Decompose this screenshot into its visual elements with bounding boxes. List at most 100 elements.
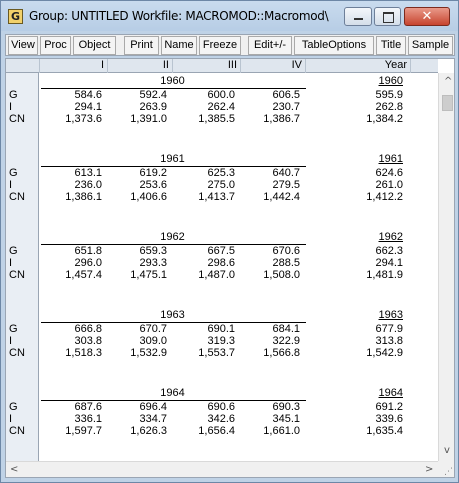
quarter-value-cell[interactable]: 336.1: [46, 413, 102, 425]
row-label-cn[interactable]: CN: [9, 425, 39, 437]
quarter-value-cell[interactable]: 1,532.9: [110, 347, 167, 359]
print-button[interactable]: Print: [124, 36, 159, 55]
column-header-q3[interactable]: III: [172, 59, 240, 73]
quarter-value-cell[interactable]: 1,373.6: [46, 113, 102, 125]
freeze-button[interactable]: Freeze: [199, 36, 241, 55]
quarter-value-cell[interactable]: 262.4: [176, 101, 235, 113]
quarter-value-cell[interactable]: 334.7: [110, 413, 167, 425]
title-button[interactable]: Title: [376, 36, 406, 55]
maximize-button[interactable]: [374, 7, 401, 26]
quarter-value-cell[interactable]: 670.7: [110, 323, 167, 335]
row-label-i[interactable]: I: [9, 257, 39, 269]
row-label-g[interactable]: G: [9, 89, 39, 101]
quarter-value-cell[interactable]: 1,656.4: [176, 425, 235, 437]
quarter-value-cell[interactable]: 666.8: [46, 323, 102, 335]
quarter-value-cell[interactable]: 640.7: [242, 167, 300, 179]
annual-value-cell[interactable]: 294.1: [306, 257, 403, 269]
quarter-value-cell[interactable]: 1,626.3: [110, 425, 167, 437]
column-header-year[interactable]: Year: [305, 59, 410, 73]
annual-value-cell[interactable]: 624.6: [306, 167, 403, 179]
row-label-i[interactable]: I: [9, 101, 39, 113]
vertical-scrollbar[interactable]: ^ v: [438, 73, 454, 461]
quarter-value-cell[interactable]: 275.0: [176, 179, 235, 191]
annual-value-cell[interactable]: 1,542.9: [306, 347, 403, 359]
quarter-value-cell[interactable]: 1,391.0: [110, 113, 167, 125]
quarter-value-cell[interactable]: 309.0: [110, 335, 167, 347]
name-button[interactable]: Name: [161, 36, 197, 55]
quarter-value-cell[interactable]: 684.1: [242, 323, 300, 335]
quarter-value-cell[interactable]: 1,475.1: [110, 269, 167, 281]
quarter-value-cell[interactable]: 1,553.7: [176, 347, 235, 359]
annual-value-cell[interactable]: 677.9: [306, 323, 403, 335]
quarter-value-cell[interactable]: 687.6: [46, 401, 102, 413]
scroll-left-icon[interactable]: <: [10, 464, 18, 475]
quarter-value-cell[interactable]: 1,597.7: [46, 425, 102, 437]
quarter-value-cell[interactable]: 303.8: [46, 335, 102, 347]
row-label-g[interactable]: G: [9, 323, 39, 335]
quarter-value-cell[interactable]: 1,385.5: [176, 113, 235, 125]
quarter-value-cell[interactable]: 690.6: [176, 401, 235, 413]
quarter-value-cell[interactable]: 619.2: [110, 167, 167, 179]
annual-value-cell[interactable]: 1,384.2: [306, 113, 403, 125]
minimize-button[interactable]: [344, 7, 372, 26]
quarter-value-cell[interactable]: 1,508.0: [242, 269, 300, 281]
quarter-value-cell[interactable]: 288.5: [242, 257, 300, 269]
annual-value-cell[interactable]: 262.8: [306, 101, 403, 113]
table-options-button[interactable]: TableOptions: [294, 36, 374, 55]
quarter-value-cell[interactable]: 319.3: [176, 335, 235, 347]
quarter-value-cell[interactable]: 592.4: [110, 89, 167, 101]
quarter-value-cell[interactable]: 298.6: [176, 257, 235, 269]
quarter-value-cell[interactable]: 253.6: [110, 179, 167, 191]
object-button[interactable]: Object: [73, 36, 116, 55]
quarter-value-cell[interactable]: 230.7: [242, 101, 300, 113]
row-label-cn[interactable]: CN: [9, 191, 39, 203]
quarter-value-cell[interactable]: 606.5: [242, 89, 300, 101]
title-bar[interactable]: G Group: UNTITLED Workfile: MACROMOD::Ma…: [1, 1, 458, 31]
row-label-i[interactable]: I: [9, 335, 39, 347]
quarter-value-cell[interactable]: 342.6: [176, 413, 235, 425]
quarter-value-cell[interactable]: 1,487.0: [176, 269, 235, 281]
quarter-value-cell[interactable]: 293.3: [110, 257, 167, 269]
quarter-value-cell[interactable]: 322.9: [242, 335, 300, 347]
edit-toggle-button[interactable]: Edit+/-: [248, 36, 292, 55]
quarter-value-cell[interactable]: 651.8: [46, 245, 102, 257]
column-header-q4[interactable]: IV: [240, 59, 305, 73]
quarter-value-cell[interactable]: 690.1: [176, 323, 235, 335]
annual-value-cell[interactable]: 1,412.2: [306, 191, 403, 203]
quarter-value-cell[interactable]: 670.6: [242, 245, 300, 257]
annual-value-cell[interactable]: 691.2: [306, 401, 403, 413]
resize-grip-icon[interactable]: ⋰: [444, 467, 453, 477]
annual-value-cell[interactable]: 662.3: [306, 245, 403, 257]
row-label-cn[interactable]: CN: [9, 347, 39, 359]
horizontal-scrollbar[interactable]: < >: [6, 461, 438, 477]
row-label-g[interactable]: G: [9, 167, 39, 179]
proc-button[interactable]: Proc: [40, 36, 71, 55]
vertical-scroll-thumb[interactable]: [442, 95, 453, 111]
quarter-value-cell[interactable]: 1,413.7: [176, 191, 235, 203]
quarter-value-cell[interactable]: 584.6: [46, 89, 102, 101]
row-label-i[interactable]: I: [9, 179, 39, 191]
column-header-q2[interactable]: II: [107, 59, 172, 73]
quarter-value-cell[interactable]: 1,406.6: [110, 191, 167, 203]
quarter-value-cell[interactable]: 296.0: [46, 257, 102, 269]
quarter-value-cell[interactable]: 1,386.1: [46, 191, 102, 203]
column-header-q1[interactable]: I: [39, 59, 107, 73]
annual-value-cell[interactable]: 313.8: [306, 335, 403, 347]
quarter-value-cell[interactable]: 667.5: [176, 245, 235, 257]
view-button[interactable]: View: [8, 36, 38, 55]
quarter-value-cell[interactable]: 294.1: [46, 101, 102, 113]
quarter-value-cell[interactable]: 1,442.4: [242, 191, 300, 203]
scroll-up-icon[interactable]: ^: [444, 76, 452, 87]
row-label-cn[interactable]: CN: [9, 113, 39, 125]
quarter-value-cell[interactable]: 1,457.4: [46, 269, 102, 281]
annual-value-cell[interactable]: 261.0: [306, 179, 403, 191]
scroll-down-icon[interactable]: v: [444, 445, 450, 456]
quarter-value-cell[interactable]: 1,518.3: [46, 347, 102, 359]
quarter-value-cell[interactable]: 279.5: [242, 179, 300, 191]
row-label-g[interactable]: G: [9, 401, 39, 413]
row-label-cn[interactable]: CN: [9, 269, 39, 281]
column-header-blank[interactable]: [410, 59, 438, 73]
quarter-value-cell[interactable]: 1,661.0: [242, 425, 300, 437]
quarter-value-cell[interactable]: 263.9: [110, 101, 167, 113]
quarter-value-cell[interactable]: 613.1: [46, 167, 102, 179]
